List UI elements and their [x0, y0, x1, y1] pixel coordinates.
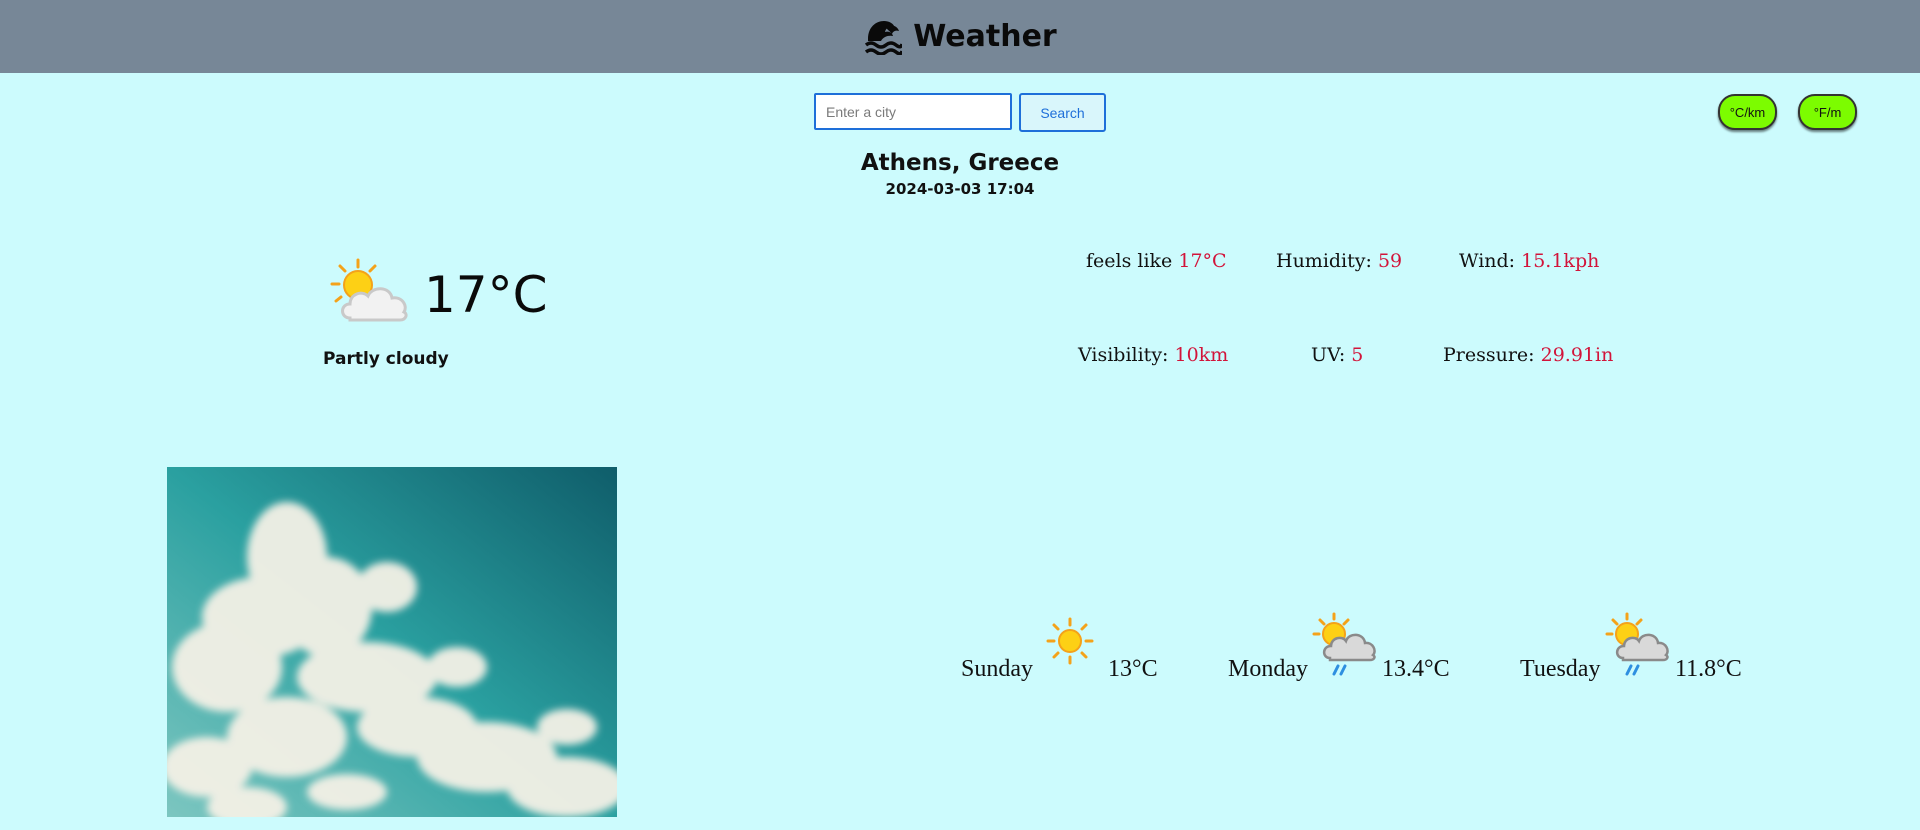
wind-label: Wind: [1459, 250, 1516, 272]
current-condition: Partly cloudy [323, 349, 449, 369]
app-title: Weather [913, 19, 1057, 54]
wind-stat: Wind: 15.1kph [1459, 250, 1599, 272]
feels-like-stat: feels like 17°C [1086, 250, 1227, 272]
visibility-stat: Visibility: 10km [1078, 344, 1228, 366]
sky-clouds-image [162, 467, 627, 827]
forecast-temp-sunday: 13°C [1108, 656, 1158, 682]
visibility-label: Visibility: [1078, 344, 1169, 366]
feels-like-label: feels like [1086, 250, 1173, 272]
pressure-stat: Pressure: 29.91in [1443, 344, 1613, 366]
pressure-label: Pressure: [1443, 344, 1535, 366]
search-button[interactable]: Search [1019, 93, 1106, 132]
uv-stat: UV: 5 [1311, 344, 1363, 366]
app-header: Weather [0, 0, 1920, 73]
water-wave-icon [863, 17, 903, 57]
patchy-rain-icon [1312, 612, 1378, 683]
patchy-rain-icon [1605, 612, 1671, 683]
humidity-label: Humidity: [1276, 250, 1372, 272]
forecast-temp-tuesday: 11.8°C [1675, 656, 1742, 682]
local-datetime: 2024-03-03 17:04 [885, 180, 1035, 198]
imperial-units-button[interactable]: °F/m [1798, 94, 1857, 130]
city-search-input[interactable] [814, 93, 1012, 130]
forecast-day-monday: Monday [1228, 656, 1308, 682]
feels-like-value: 17°C [1178, 250, 1227, 272]
uv-label: UV: [1311, 344, 1346, 366]
sunny-icon [1046, 617, 1094, 670]
location-name: Athens, Greece [860, 150, 1060, 176]
current-temperature: 17°C [424, 266, 548, 324]
forecast-day-sunday: Sunday [961, 656, 1033, 682]
uv-value: 5 [1351, 344, 1364, 366]
humidity-stat: Humidity: 59 [1276, 250, 1402, 272]
forecast-temp-monday: 13.4°C [1382, 656, 1450, 682]
metric-units-button[interactable]: °C/km [1718, 94, 1777, 130]
forecast-day-tuesday: Tuesday [1520, 656, 1601, 682]
partly-cloudy-icon [328, 258, 418, 328]
pressure-value: 29.91in [1540, 344, 1614, 366]
visibility-value: 10km [1174, 344, 1229, 366]
humidity-value: 59 [1377, 250, 1403, 272]
wind-value: 15.1kph [1521, 250, 1600, 272]
